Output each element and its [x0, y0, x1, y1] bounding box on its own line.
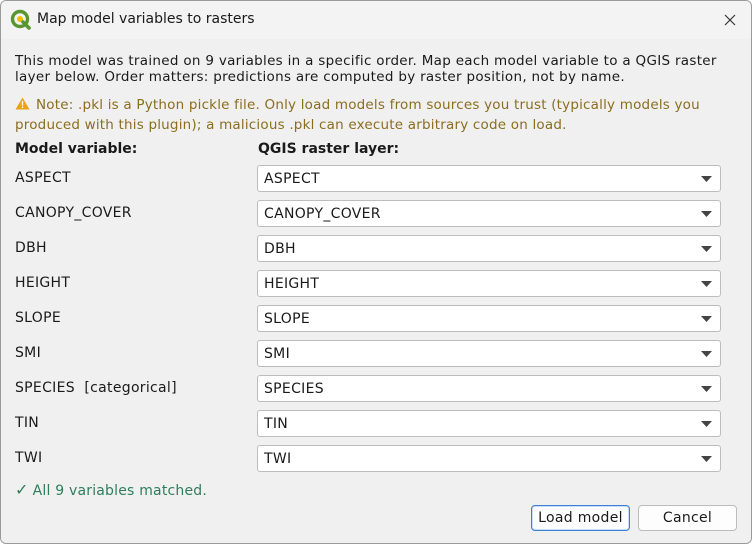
- chevron-down-icon: [701, 176, 712, 182]
- description-text: This model was trained on 9 variables in…: [15, 53, 717, 85]
- variable-label: SPECIES [categorical]: [15, 380, 177, 396]
- chevron-down-icon: [701, 281, 712, 287]
- cancel-button[interactable]: Cancel: [638, 505, 737, 531]
- raster-select-value: SPECIES: [264, 381, 324, 397]
- variable-label: HEIGHT: [15, 275, 71, 291]
- raster-select-slope[interactable]: SLOPE: [257, 305, 721, 332]
- raster-select-value: SLOPE: [264, 311, 310, 327]
- window-title: Map model variables to rasters: [37, 11, 255, 27]
- load-model-button[interactable]: Load model: [531, 505, 630, 531]
- dialog-window: Map model variables to rasters This mode…: [0, 0, 752, 544]
- raster-select-value: CANOPY_COVER: [264, 206, 381, 222]
- raster-select-value: DBH: [264, 241, 296, 257]
- chevron-down-icon: [701, 246, 712, 252]
- raster-select-species[interactable]: SPECIES: [257, 375, 721, 402]
- warning-icon: [15, 97, 30, 110]
- raster-select-value: HEIGHT: [264, 276, 320, 292]
- chevron-down-icon: [701, 351, 712, 357]
- match-status-text: All 9 variables matched.: [32, 483, 208, 499]
- variable-label: CANOPY_COVER: [15, 205, 132, 221]
- close-button[interactable]: [707, 1, 751, 39]
- raster-select-canopy-cover[interactable]: CANOPY_COVER: [257, 200, 721, 227]
- variable-label: TWI: [15, 450, 43, 466]
- chevron-down-icon: [701, 211, 712, 217]
- raster-select-smi[interactable]: SMI: [257, 340, 721, 367]
- raster-select-twi[interactable]: TWI: [257, 445, 721, 472]
- chevron-down-icon: [701, 421, 712, 427]
- raster-layer-header: QGIS raster layer:: [258, 141, 400, 157]
- chevron-down-icon: [701, 316, 712, 322]
- variable-label: TIN: [15, 415, 40, 431]
- checkmark-icon: ✓: [15, 480, 29, 499]
- raster-select-height[interactable]: HEIGHT: [257, 270, 721, 297]
- chevron-down-icon: [701, 386, 712, 392]
- qgis-logo-icon: [10, 9, 31, 30]
- match-status: ✓ All 9 variables matched.: [15, 480, 207, 499]
- warning-note: Note: .pkl is a Python pickle file. Only…: [15, 95, 735, 135]
- warning-text: Note: .pkl is a Python pickle file. Only…: [15, 97, 700, 133]
- raster-select-value: SMI: [264, 346, 290, 362]
- model-variable-header: Model variable:: [15, 141, 138, 157]
- raster-select-value: TWI: [264, 451, 292, 467]
- variable-label: SLOPE: [15, 310, 61, 326]
- raster-select-value: TIN: [264, 416, 289, 432]
- dialog-body: This model was trained on 9 variables in…: [1, 39, 751, 543]
- raster-select-value: ASPECT: [264, 171, 320, 187]
- variable-label: ASPECT: [15, 170, 71, 186]
- variable-label: DBH: [15, 240, 47, 256]
- raster-select-tin[interactable]: TIN: [257, 410, 721, 437]
- raster-select-aspect[interactable]: ASPECT: [257, 165, 721, 192]
- variable-label: SMI: [15, 345, 41, 361]
- chevron-down-icon: [701, 456, 712, 462]
- close-icon: [724, 14, 736, 26]
- title-bar[interactable]: Map model variables to rasters: [1, 1, 751, 39]
- raster-select-dbh[interactable]: DBH: [257, 235, 721, 262]
